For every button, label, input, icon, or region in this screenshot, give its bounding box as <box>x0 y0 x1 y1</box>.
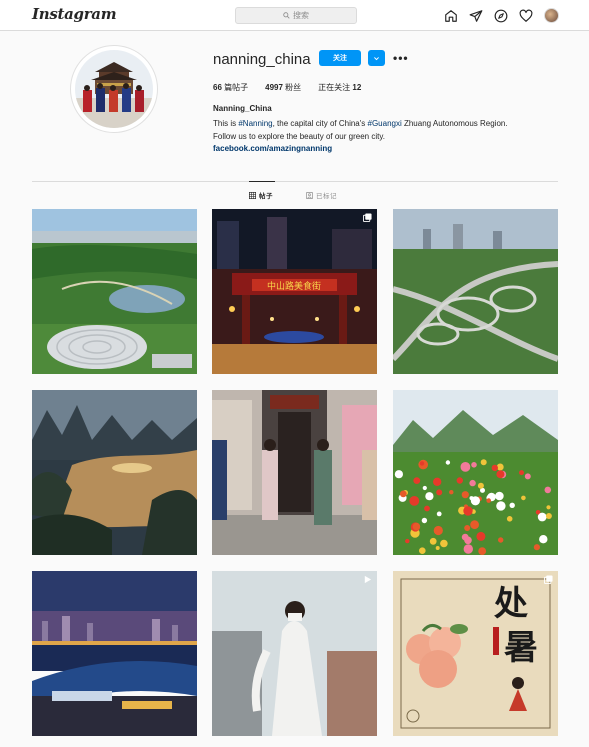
solar-term-char-2: 暑 <box>504 628 538 668</box>
tagged-icon <box>306 191 313 199</box>
home-icon[interactable] <box>444 9 458 23</box>
profile-full-name: Nanning_China <box>213 104 272 113</box>
post-thumbnail[interactable] <box>393 390 558 555</box>
chevron-down-icon <box>374 56 379 60</box>
hashtag-link[interactable]: #Guangxi <box>368 119 402 128</box>
instagram-logo[interactable]: Instagram <box>32 5 117 23</box>
profile-website-link[interactable]: facebook.com/amazingnanning <box>213 144 332 153</box>
suggested-dropdown-button[interactable] <box>368 50 385 66</box>
post-thumbnail[interactable] <box>32 390 197 555</box>
video-play-icon <box>364 575 372 584</box>
post-thumbnail[interactable]: 中山路美食街 <box>212 209 377 374</box>
carousel-icon <box>544 575 553 584</box>
heart-icon[interactable] <box>519 9 533 23</box>
follow-button[interactable]: 关注 <box>319 50 361 66</box>
profile-stats: 66 篇帖子 4997 粉丝 正在关注 12 <box>213 82 361 93</box>
post-thumbnail[interactable] <box>212 390 377 555</box>
followers-count[interactable]: 4997 粉丝 <box>265 82 301 93</box>
more-options-button[interactable]: ••• <box>393 51 409 65</box>
carousel-icon <box>363 213 372 222</box>
solar-term-char-1: 处 <box>493 584 528 624</box>
top-nav: Instagram 搜索 <box>0 0 589 31</box>
search-icon <box>283 12 290 19</box>
post-thumbnail[interactable] <box>393 209 558 374</box>
street-sign-text: 中山路美食街 <box>267 280 321 292</box>
post-thumbnail[interactable] <box>32 209 197 374</box>
search-placeholder: 搜索 <box>293 11 309 20</box>
profile-username: nanning_china <box>213 51 311 68</box>
following-count[interactable]: 正在关注 12 <box>318 82 361 93</box>
search-input[interactable]: 搜索 <box>235 7 357 24</box>
grid-icon <box>249 191 256 199</box>
nav-icons <box>444 8 559 23</box>
profile-avatar-large[interactable] <box>70 45 158 133</box>
tabs-divider <box>32 181 558 182</box>
post-thumbnail[interactable] <box>32 571 197 736</box>
profile-avatar[interactable] <box>544 8 559 23</box>
tab-posts[interactable]: 帖子 <box>249 181 275 200</box>
post-thumbnail[interactable]: 处 暑 <box>393 571 558 736</box>
profile-photo <box>75 50 153 128</box>
explore-icon[interactable] <box>494 9 508 23</box>
profile-bio: This is #Nanning, the capital city of Ch… <box>213 119 508 141</box>
send-icon[interactable] <box>469 9 483 23</box>
post-thumbnail[interactable] <box>212 571 377 736</box>
posts-count: 66 篇帖子 <box>213 83 249 92</box>
hashtag-link[interactable]: #Nanning <box>238 119 272 128</box>
tab-tagged[interactable]: 已标记 <box>306 190 337 200</box>
